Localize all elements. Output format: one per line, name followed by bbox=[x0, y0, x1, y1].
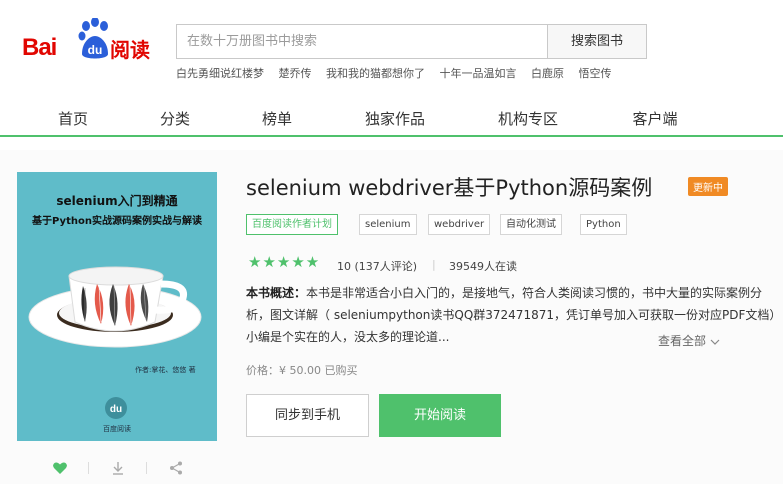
book-cover[interactable]: du selenium入门到精通 基于Python实战源码案例实战与解读 作者:… bbox=[17, 172, 217, 441]
download-icon[interactable] bbox=[108, 458, 128, 478]
start-reading-button[interactable]: 开始阅读 bbox=[379, 394, 501, 437]
tag-item[interactable]: 自动化测试 bbox=[500, 214, 562, 235]
tag-item[interactable]: selenium bbox=[359, 214, 417, 235]
share-icon[interactable] bbox=[166, 458, 186, 478]
divider bbox=[88, 462, 89, 474]
show-more-label: 查看全部 bbox=[658, 334, 707, 348]
hot-search-item[interactable]: 白先勇细说红楼梦 bbox=[176, 67, 264, 80]
hot-search-item[interactable]: 白鹿原 bbox=[531, 67, 564, 80]
baidu-yuedu-logo[interactable]: Bai du 阅读 bbox=[22, 16, 162, 64]
rating-score[interactable]: 10 (137人评论) bbox=[337, 258, 417, 274]
cover-title: selenium入门到精通 bbox=[56, 194, 178, 208]
heart-icon[interactable] bbox=[50, 458, 70, 478]
show-more-link[interactable]: 查看全部 bbox=[658, 332, 720, 349]
nav-item-ranking[interactable]: 榜单 bbox=[227, 108, 327, 129]
hot-search-item[interactable]: 楚乔传 bbox=[279, 67, 312, 80]
price-text: 价格：¥ 50.00 已购买 bbox=[246, 364, 358, 377]
search-button[interactable]: 搜索图书 bbox=[547, 24, 647, 59]
chevron-down-icon bbox=[710, 339, 720, 345]
nav-item-category[interactable]: 分类 bbox=[125, 108, 225, 129]
summary-label: 本书概述： bbox=[246, 286, 307, 300]
search-input[interactable] bbox=[176, 24, 548, 59]
sync-to-phone-button[interactable]: 同步到手机 bbox=[246, 394, 369, 437]
divider bbox=[146, 462, 147, 474]
tag-item[interactable]: 百度阅读作者计划 bbox=[246, 214, 338, 235]
logo-bai-text: Bai bbox=[22, 34, 57, 61]
nav-item-exclusive[interactable]: 独家作品 bbox=[345, 108, 445, 129]
status-badge: 更新中 bbox=[688, 177, 728, 196]
paw-icon: du bbox=[78, 18, 108, 59]
cover-author: 作者:掌花、悠悠 著 bbox=[135, 366, 196, 374]
cover-publisher: 百度阅读 bbox=[103, 425, 131, 433]
divider: | bbox=[432, 258, 436, 271]
hot-search-item[interactable]: 十年一品温如言 bbox=[440, 67, 517, 80]
hot-search-item[interactable]: 我和我的猫都想你了 bbox=[326, 67, 425, 80]
tag-item[interactable]: webdriver bbox=[428, 214, 491, 235]
hot-search-item[interactable]: 悟空传 bbox=[579, 67, 612, 80]
cover-subtitle: 基于Python实战源码案例实战与解读 bbox=[32, 216, 202, 227]
cover-actions bbox=[40, 458, 200, 478]
nav-item-client[interactable]: 客户端 bbox=[605, 108, 705, 129]
main-nav: 首页 分类 榜单 独家作品 机构专区 客户端 bbox=[0, 108, 783, 137]
rating-stars: ★★★★★ bbox=[248, 253, 321, 271]
hot-search-list: 白先勇细说红楼梦 楚乔传 我和我的猫都想你了 十年一品温如言 白鹿原 悟空传 bbox=[176, 65, 623, 81]
svg-text:du: du bbox=[110, 404, 122, 415]
logo-du-text: du bbox=[88, 43, 103, 57]
book-title: selenium webdriver基于Python源码案例 bbox=[246, 176, 653, 200]
nav-item-home[interactable]: 首页 bbox=[23, 108, 123, 129]
tag-item[interactable]: Python bbox=[580, 214, 627, 235]
logo-yuedu-text: 阅读 bbox=[110, 38, 150, 62]
reader-count: 39549人在读 bbox=[449, 260, 517, 273]
nav-item-institution[interactable]: 机构专区 bbox=[478, 108, 578, 129]
